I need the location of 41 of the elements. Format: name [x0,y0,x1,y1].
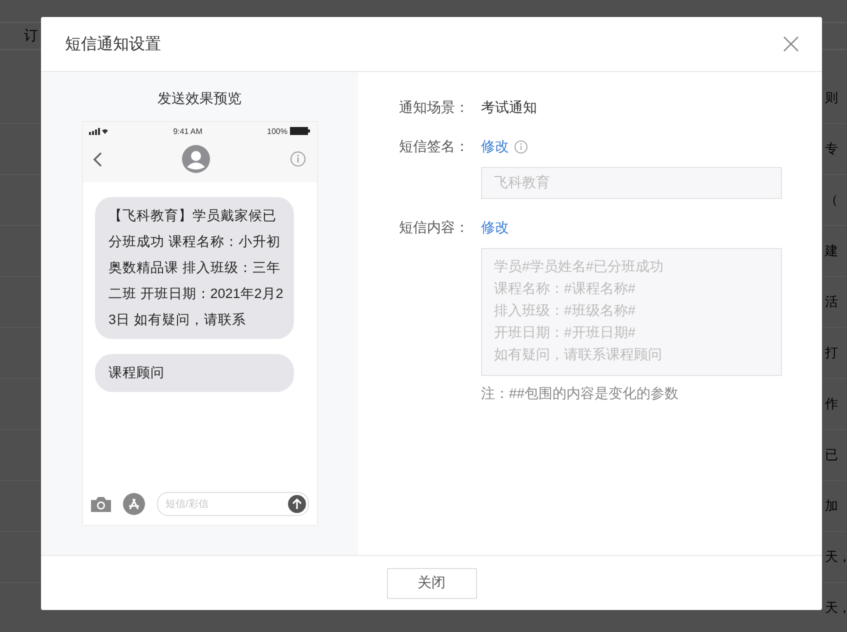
avatar-icon [182,145,210,173]
info-icon[interactable] [514,140,528,154]
content-line: 课程名称：#课程名称# [494,279,637,298]
close-icon[interactable] [783,36,799,52]
signal-icon [88,128,108,134]
table-cell: 则 [825,89,838,107]
scene-value: 考试通知 [481,99,537,117]
table-cell: 打 [825,344,838,362]
message-bubble: 课程顾问 [94,354,294,392]
content-line: 开班日期：#开班日期# [494,323,637,342]
edit-link[interactable]: 修改 [481,138,509,156]
send-icon[interactable] [288,495,306,513]
battery-icon [290,127,310,135]
app-store-icon[interactable] [122,493,144,515]
toolbar-label: 订 [24,27,38,45]
field-label: 短信签名： [399,138,470,156]
table-cell: 建 [825,242,838,260]
table-cell: 天， [825,599,847,617]
table-cell: 天， [825,548,847,566]
back-icon[interactable] [92,152,102,166]
battery-percent: 100% [267,126,288,136]
message-bubble: 【飞科教育】学员戴家候已分班成功 课程名称：小升初奥数精品课 排入班级：三年二班 开班日期：2021年2月23日 如有疑问，请联系 [94,197,294,339]
preview-title: 发送效果预览 [158,90,242,108]
close-button[interactable]: 关闭 [386,568,476,598]
edit-link[interactable]: 修改 [481,219,509,237]
table-cell: 作 [825,395,838,413]
camera-icon[interactable] [90,496,110,512]
content-line: 学员#学员姓名#已分班成功 [494,257,665,276]
content-line: 如有疑问，请联系课程顾问 [494,345,663,364]
table-cell: 加 [825,497,838,515]
content-line: 排入班级：#班级名称# [494,301,637,320]
dialog-title: 短信通知设置 [65,34,161,54]
field-label: 短信内容： [399,219,470,237]
table-cell: 活 [825,293,838,311]
table-cell: 已 [825,446,838,464]
status-time: 9:41 AM [173,126,202,136]
note-text: 注：##包围的内容是变化的参数 [481,385,680,403]
info-icon[interactable] [290,151,306,167]
table-cell: 专 [825,140,838,158]
field-label: 通知场景： [399,99,470,117]
table-cell: （ [825,191,838,209]
